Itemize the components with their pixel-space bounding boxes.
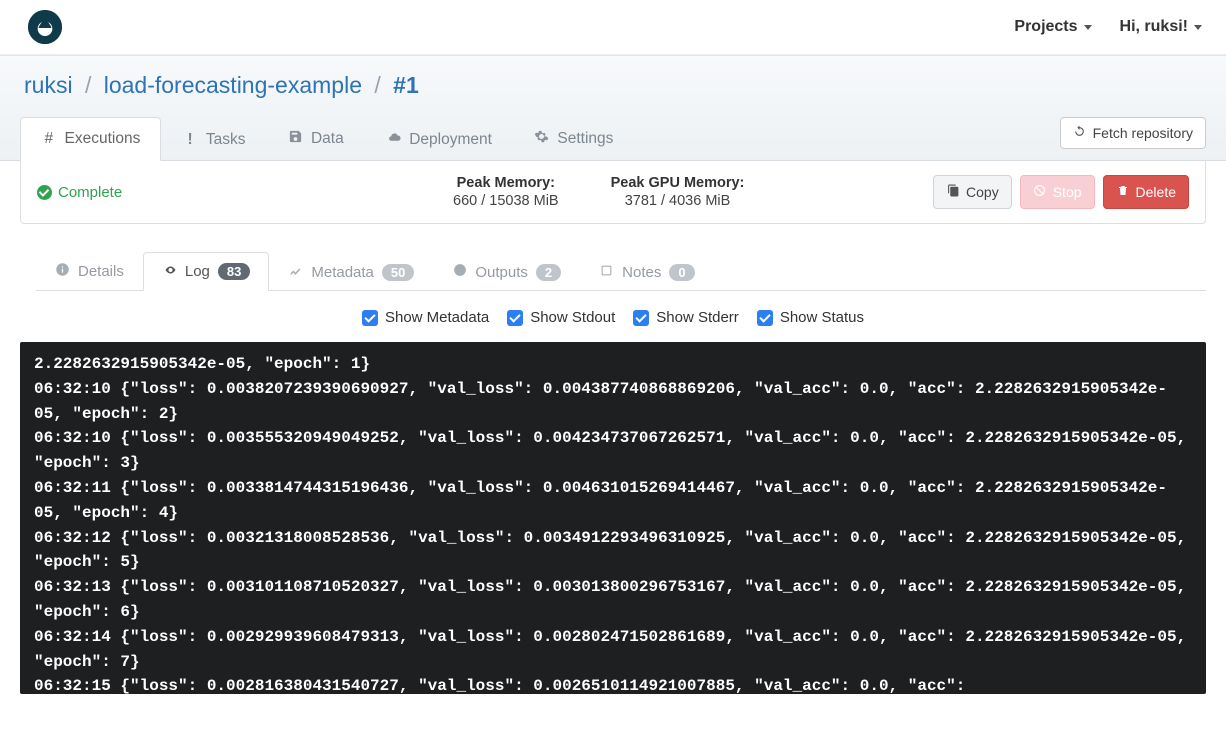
- exclam-icon: !: [182, 131, 198, 149]
- subtab-label: Metadata: [311, 264, 374, 281]
- subtab-notes[interactable]: Notes 0: [580, 253, 713, 291]
- info-icon: [55, 262, 70, 281]
- filter-show-stdout[interactable]: Show Stdout: [507, 309, 615, 326]
- peak-gpu-memory: Peak GPU Memory: 3781 / 4036 MiB: [595, 175, 761, 209]
- button-label: Fetch repository: [1093, 125, 1193, 141]
- copy-icon: [946, 184, 960, 200]
- filter-label: Show Stdout: [530, 309, 615, 326]
- tab-label: Executions: [65, 130, 141, 148]
- ban-icon: [1033, 184, 1047, 200]
- tab-executions[interactable]: # Executions: [20, 117, 161, 161]
- filter-label: Show Metadata: [385, 309, 489, 326]
- peak-memory-label: Peak Memory:: [453, 175, 559, 191]
- breadcrumb: ruksi / load-forecasting-example / #1: [20, 72, 1206, 99]
- checkbox-status[interactable]: [757, 310, 773, 326]
- trash-icon: [1116, 184, 1130, 200]
- tab-label: Deployment: [409, 131, 492, 149]
- filter-label: Show Stderr: [656, 309, 739, 326]
- filter-show-metadata[interactable]: Show Metadata: [362, 309, 489, 326]
- subtab-label: Log: [185, 263, 210, 280]
- fetch-repository-button[interactable]: Fetch repository: [1060, 117, 1206, 149]
- gear-icon: [534, 129, 550, 149]
- checkbox-metadata[interactable]: [362, 310, 378, 326]
- peak-memory: Peak Memory: 660 / 15038 MiB: [437, 175, 575, 209]
- projects-label: Projects: [1014, 18, 1077, 36]
- button-label: Stop: [1053, 184, 1082, 200]
- brand-logo[interactable]: [28, 10, 62, 44]
- filter-show-stderr[interactable]: Show Stderr: [633, 309, 739, 326]
- filter-label: Show Status: [780, 309, 864, 326]
- nav-tabs: # Executions ! Tasks Data Deployment: [20, 115, 634, 160]
- subtab-label: Outputs: [475, 264, 528, 281]
- save-icon: [287, 129, 303, 149]
- peak-memory-value: 660 / 15038 MiB: [453, 193, 559, 209]
- delete-button[interactable]: Delete: [1103, 175, 1189, 209]
- subtab-label: Notes: [622, 264, 661, 281]
- download-icon: [452, 263, 467, 281]
- log-filter-row: Show Metadata Show Stdout Show Stderr Sh…: [0, 291, 1226, 342]
- tab-label: Data: [311, 130, 344, 148]
- caret-down-icon: [1084, 25, 1092, 30]
- tab-label: Tasks: [206, 131, 246, 149]
- breadcrumb-owner[interactable]: ruksi: [24, 72, 73, 98]
- note-icon: [599, 264, 614, 281]
- checkbox-stderr[interactable]: [633, 310, 649, 326]
- log-output[interactable]: 2.2282632915905342e-05, "epoch": 1} 06:3…: [20, 342, 1206, 694]
- subtab-label: Details: [78, 263, 124, 280]
- user-menu[interactable]: Hi, ruksi!: [1120, 18, 1202, 36]
- detail-tabs: Details Log 83 Metadata 50 Outputs 2 Not…: [36, 250, 1206, 291]
- stop-button[interactable]: Stop: [1020, 175, 1095, 209]
- filter-show-status[interactable]: Show Status: [757, 309, 864, 326]
- subtab-outputs[interactable]: Outputs 2: [433, 252, 580, 291]
- tab-tasks[interactable]: ! Tasks: [161, 118, 266, 161]
- status-panel: Complete Peak Memory: 660 / 15038 MiB Pe…: [20, 161, 1206, 224]
- checkbox-stdout[interactable]: [507, 310, 523, 326]
- subtab-badge: 50: [382, 264, 414, 281]
- subtab-log[interactable]: Log 83: [143, 252, 270, 291]
- chart-icon: [288, 264, 303, 281]
- caret-down-icon: [1194, 25, 1202, 30]
- tab-label: Settings: [557, 130, 613, 148]
- hash-icon: #: [41, 130, 57, 148]
- user-greeting: Hi, ruksi!: [1120, 18, 1188, 36]
- check-icon: [37, 185, 52, 200]
- button-label: Copy: [966, 184, 999, 200]
- status-badge: Complete: [37, 184, 122, 201]
- subtab-badge: 2: [536, 264, 561, 281]
- refresh-icon: [1073, 125, 1087, 141]
- button-label: Delete: [1136, 184, 1176, 200]
- peak-gpu-label: Peak GPU Memory:: [611, 175, 745, 191]
- subtab-details[interactable]: Details: [36, 251, 143, 291]
- peak-gpu-value: 3781 / 4036 MiB: [611, 193, 745, 209]
- subtab-metadata[interactable]: Metadata 50: [269, 253, 433, 291]
- subtab-badge: 83: [218, 263, 250, 280]
- cloud-icon: [386, 131, 402, 149]
- breadcrumb-project[interactable]: load-forecasting-example: [104, 72, 362, 98]
- tab-deployment[interactable]: Deployment: [365, 118, 513, 161]
- projects-menu[interactable]: Projects: [1014, 18, 1091, 36]
- tab-settings[interactable]: Settings: [513, 116, 635, 161]
- status-text: Complete: [58, 184, 122, 201]
- topnav: Projects Hi, ruksi!: [0, 0, 1226, 55]
- tab-data[interactable]: Data: [266, 116, 364, 161]
- copy-button[interactable]: Copy: [933, 175, 1012, 209]
- sub-header: ruksi / load-forecasting-example / #1 # …: [0, 55, 1226, 161]
- eye-icon: [162, 263, 177, 280]
- subtab-badge: 0: [669, 264, 694, 281]
- breadcrumb-run: #1: [393, 72, 419, 98]
